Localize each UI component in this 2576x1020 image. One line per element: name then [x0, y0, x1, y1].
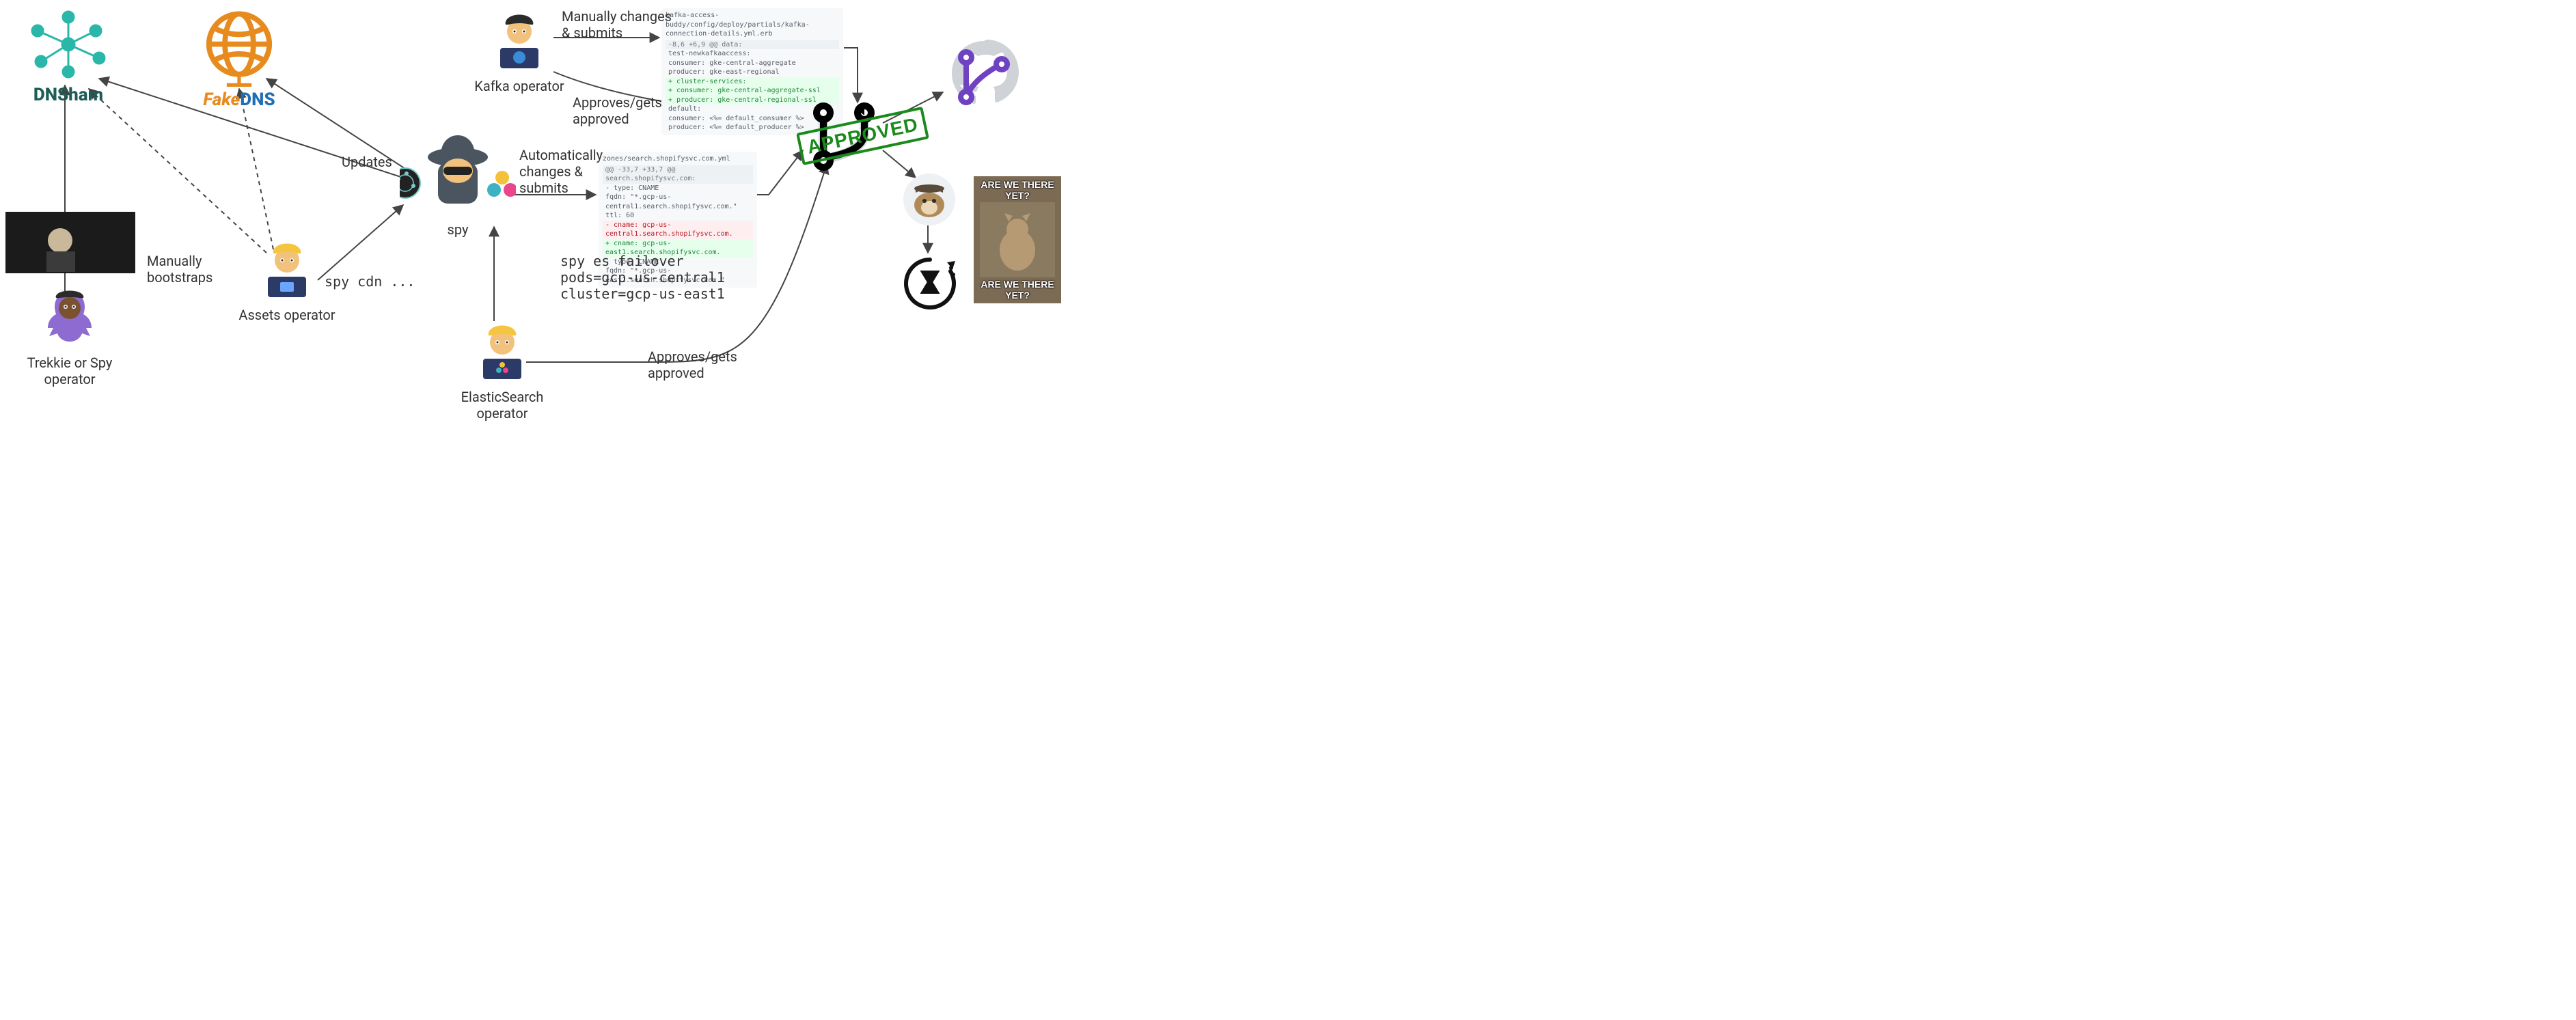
cat-meme-top: ARE WE THERE YET? [975, 179, 1060, 201]
assets-op-label: Assets operator [232, 307, 342, 323]
hourglass-history-icon [899, 253, 961, 314]
kafka-manual-label: Manually changes & submits [562, 8, 672, 41]
network-icon [20, 7, 116, 82]
es-op-label: ElasticSearch operator [444, 389, 560, 422]
dnsham-node: DNSham [20, 7, 116, 106]
es-op-node: ElasticSearch operator [444, 318, 560, 422]
spy-es-cmd: spy es failover pods=gcp-us-central1 clu… [560, 253, 725, 302]
spy-auto-label: Automatically changes & submits [519, 147, 603, 196]
person-shrug-icon [36, 284, 104, 352]
diagram-canvas: DNSham FakeDNS [0, 0, 1073, 424]
globe-icon [195, 7, 284, 87]
fakedns-node: FakeDNS [195, 7, 284, 110]
person-laptop-es-icon [468, 318, 536, 386]
cat-meme: ARE WE THERE YET? ARE WE THERE YET? [974, 176, 1061, 303]
trekkie-spy-op-node: Trekkie or Spy operator [15, 284, 124, 387]
fakedns-brand-right: DNS [240, 89, 275, 110]
dnsham-label: DNSham [20, 85, 116, 106]
updates-label: Updates [342, 154, 392, 170]
person-laptop-kafka-icon [485, 7, 553, 75]
github-icon [943, 37, 1025, 112]
shipit-icon [902, 172, 957, 227]
manual-bootstraps-label: Manually bootstraps [147, 253, 213, 286]
es-diff-hunk: @@ -33,7 +33,7 @@ search.shopifysvc.com: [603, 165, 753, 184]
spy-label: spy [396, 221, 519, 238]
es-approves-label: Approves/gets approved [648, 348, 737, 381]
person-laptop-icon [253, 236, 321, 304]
fakedns-brand-left: Fake [203, 89, 240, 110]
trekkie-spy-op-label: Trekkie or Spy operator [15, 355, 124, 387]
spy-cdn-cmd: spy cdn ... [325, 273, 415, 290]
es-diff-path: zones/search.shopifysvc.com.yml [603, 153, 753, 165]
github-node [943, 37, 1025, 115]
kafka-op-node: Kafka operator [465, 7, 574, 94]
shipit-node [902, 172, 957, 230]
wait-node [899, 253, 961, 317]
spy-icon [400, 123, 516, 219]
cat-meme-bottom: ARE WE THERE YET? [975, 279, 1060, 301]
aragorn-meme [5, 212, 135, 273]
kafka-diff-hunk: -8,6 +6,9 @@ data: [666, 40, 839, 50]
kafka-op-label: Kafka operator [465, 78, 574, 94]
spy-node: spy [396, 123, 519, 238]
kafka-diff-path: kafka-access-buddy/config/deploy/partial… [666, 10, 839, 40]
kafka-approves-label: Approves/gets approved [573, 94, 662, 127]
